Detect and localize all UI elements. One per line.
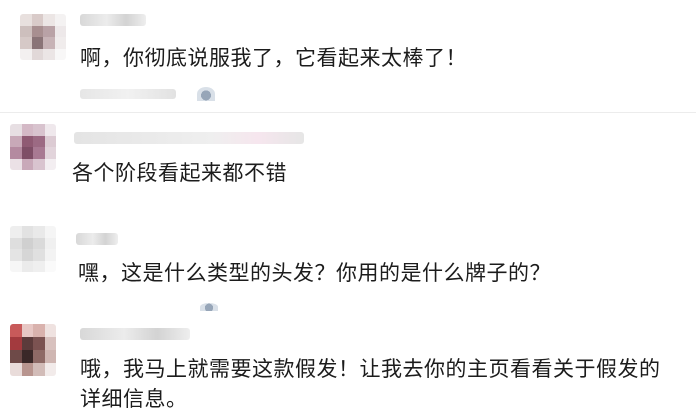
avatar[interactable]: [10, 324, 56, 376]
reply-avatar-icon: [200, 303, 218, 311]
reply-avatar-icon: [197, 87, 215, 101]
username[interactable]: [74, 132, 304, 144]
comment-meta: [80, 89, 176, 99]
comment-text: 嘿，这是什么类型的头发？你用的是什么牌子的？: [78, 261, 551, 285]
username[interactable]: [80, 328, 190, 340]
avatar[interactable]: [10, 226, 56, 272]
comment-item-4: 哦，我马上就需要这款假发！让我去你的主页看看关于假发的 详细信息。: [0, 314, 696, 414]
comment-text-line-1: 哦，我马上就需要这款假发！让我去你的主页看看关于假发的: [80, 357, 661, 381]
comment-item-3: 嘿，这是什么类型的头发？你用的是什么牌子的？: [0, 212, 696, 314]
comment-text-line-2: 详细信息。: [80, 387, 188, 411]
username[interactable]: [80, 14, 146, 26]
comment-item-1: 啊，你彻底说服我了，它看起来太棒了！: [0, 0, 696, 108]
comment-item-2: 各个阶段看起来都不错: [0, 112, 696, 212]
comment-text: 啊，你彻底说服我了，它看起来太棒了！: [80, 46, 467, 70]
username[interactable]: [76, 233, 118, 245]
avatar[interactable]: [10, 124, 56, 170]
avatar[interactable]: [20, 14, 66, 60]
comment-text: 各个阶段看起来都不错: [72, 161, 287, 185]
